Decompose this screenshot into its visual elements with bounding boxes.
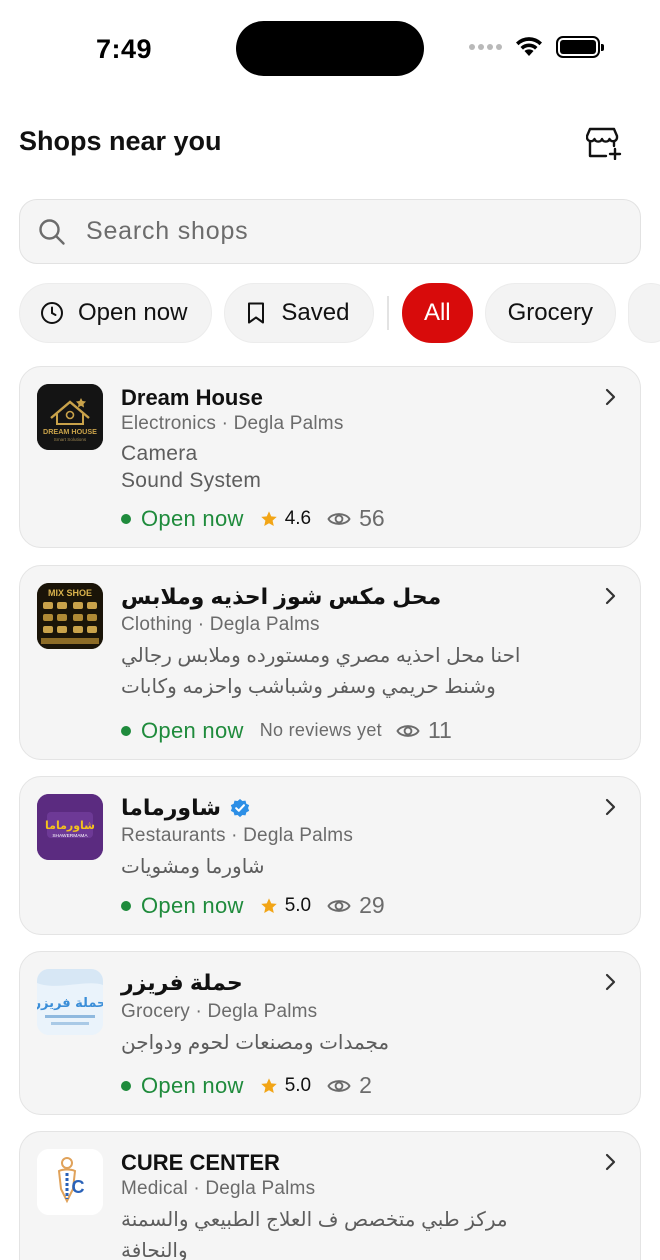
star-icon — [260, 1077, 277, 1093]
views: 11 — [396, 717, 452, 744]
shop-logo: حملة فريزر — [37, 969, 103, 1035]
star-icon — [260, 510, 277, 526]
shop-card-body: Dream House Electronics · Degla Palms Ca… — [121, 385, 600, 494]
shop-description: مجمدات ومصنعات لحوم ودواجن — [121, 1032, 390, 1054]
rating: 5.0 — [260, 1075, 311, 1097]
svg-text:شاورماما: شاورماما — [45, 819, 95, 832]
shop-name: حملة فريزر — [121, 970, 243, 995]
shop-logo: MIX SHOE — [37, 583, 103, 649]
views: 29 — [327, 892, 385, 919]
chip-open-now[interactable]: Open now — [19, 283, 213, 343]
svg-text:MIX SHOE: MIX SHOE — [48, 588, 92, 598]
shop-logo: C — [37, 1149, 103, 1215]
shop-name: شاورماما — [121, 795, 600, 821]
shop-meta: Electronics · Degla Palms — [121, 413, 344, 434]
svg-text:Smart Solutions: Smart Solutions — [54, 437, 87, 442]
bookmark-icon — [248, 302, 265, 324]
open-status-dot — [121, 725, 131, 736]
eye-icon — [327, 899, 351, 912]
clock-icon — [41, 302, 63, 324]
shop-logo: شاورماما SHAWERMAMA — [37, 794, 103, 860]
search-bar[interactable] — [19, 199, 641, 264]
shop-card[interactable]: C CURE CENTER Medical · Degla Palms مركز… — [19, 1131, 641, 1260]
open-status-dot — [121, 513, 131, 524]
chevron-right-icon — [605, 388, 616, 406]
no-reviews-label: No reviews yet — [259, 720, 382, 740]
status-icons — [469, 36, 604, 58]
shop-description: Camera Sound System — [121, 442, 262, 492]
chevron-right-icon — [605, 973, 616, 991]
status-bar: 7:49 — [0, 0, 660, 96]
house-logo-icon: DREAM HOUSE Smart Solutions — [37, 384, 103, 450]
shop-description: مركز طبي متخصص ف العلاج الطبيعي والسمنة … — [121, 1209, 508, 1260]
shop-meta: Restaurants · Degla Palms — [121, 825, 354, 846]
shop-card-body: محل مكس شوز احذيه وملابس Clothing · Degl… — [121, 584, 600, 703]
dynamic-island — [236, 21, 424, 76]
shop-card-body: حملة فريزر Grocery · Degla Palms مجمدات … — [121, 970, 600, 1059]
chip-category-more[interactable] — [628, 283, 660, 343]
search-icon — [39, 218, 65, 245]
views: 56 — [327, 505, 385, 532]
chevron-right-icon — [605, 798, 616, 816]
chip-saved-label: Saved — [281, 299, 350, 326]
verified-badge-icon — [230, 799, 250, 818]
chip-category-all[interactable]: All — [401, 283, 473, 343]
search-input[interactable] — [86, 217, 606, 246]
open-status: Open now — [141, 717, 244, 743]
shop-card-footer: Open now No reviews yet 11 — [121, 717, 452, 744]
shop-meta: Grocery · Degla Palms — [121, 1001, 318, 1022]
svg-text:حملة فريزر: حملة فريزر — [37, 996, 103, 1011]
shop-card[interactable]: DREAM HOUSE Smart Solutions Dream House … — [19, 366, 641, 548]
wifi-icon — [516, 37, 542, 56]
shop-card[interactable]: MIX SHOE محل مكس شوز احذيه وملابس Clothi… — [19, 565, 641, 760]
rating: 4.6 — [260, 508, 311, 530]
shop-name: محل مكس شوز احذيه وملابس — [121, 584, 442, 609]
store-add-icon — [586, 127, 622, 160]
add-shop-button[interactable] — [584, 124, 624, 162]
open-status: Open now — [141, 892, 244, 918]
medical-logo-icon: C — [37, 1149, 103, 1215]
shop-logo: DREAM HOUSE Smart Solutions — [37, 384, 103, 450]
shop-name: CURE CENTER — [121, 1150, 280, 1175]
shop-card-footer: Open now 5.0 2 — [121, 1072, 372, 1099]
shop-description: شاورما ومشويات — [121, 856, 265, 878]
shop-meta: Clothing · Degla Palms — [121, 614, 320, 635]
shawarma-logo-icon: شاورماما SHAWERMAMA — [37, 794, 103, 860]
eye-icon — [396, 724, 420, 737]
freezer-logo-icon: حملة فريزر — [37, 969, 103, 1035]
open-status-dot — [121, 900, 131, 911]
open-status: Open now — [141, 1072, 244, 1098]
chip-divider — [387, 296, 389, 330]
svg-text:SHAWERMAMA: SHAWERMAMA — [52, 833, 88, 839]
shop-name: Dream House — [121, 385, 263, 410]
shop-card-body: CURE CENTER Medical · Degla Palms مركز ط… — [121, 1150, 600, 1260]
shop-description: احنا محل احذيه مصري ومستورده وملابس رجال… — [121, 645, 521, 698]
open-status-dot — [121, 1080, 131, 1091]
shop-card-footer: Open now 4.6 56 — [121, 505, 385, 532]
shoe-shop-logo-icon: MIX SHOE — [37, 583, 103, 649]
page-title: Shops near you — [19, 126, 222, 156]
star-icon — [260, 897, 277, 913]
eye-icon — [327, 1079, 351, 1092]
status-time: 7:49 — [96, 34, 153, 64]
shop-card[interactable]: حملة فريزر حملة فريزر Grocery · Degla Pa… — [19, 951, 641, 1115]
svg-text:C: C — [72, 1177, 85, 1197]
filter-chips: Open now Saved All Grocery — [19, 282, 660, 344]
battery-icon — [556, 36, 604, 58]
views: 2 — [327, 1072, 372, 1099]
chevron-right-icon — [605, 587, 616, 605]
shop-meta: Medical · Degla Palms — [121, 1178, 316, 1199]
chevron-right-icon — [605, 1153, 616, 1171]
shop-card-body: شاورماما Restaurants · Degla Palms شاورم… — [121, 795, 600, 883]
eye-icon — [327, 512, 351, 525]
rating: 5.0 — [260, 895, 311, 917]
chip-saved[interactable]: Saved — [224, 283, 375, 343]
shop-card-footer: Open now 5.0 29 — [121, 892, 385, 919]
chip-category-grocery[interactable]: Grocery — [484, 283, 616, 343]
shop-card[interactable]: شاورماما SHAWERMAMA شاورماما Restaurants… — [19, 776, 641, 935]
svg-text:DREAM HOUSE: DREAM HOUSE — [43, 427, 97, 436]
chip-open-now-label: Open now — [78, 299, 188, 326]
open-status: Open now — [141, 505, 244, 531]
signal-icon — [469, 44, 502, 50]
